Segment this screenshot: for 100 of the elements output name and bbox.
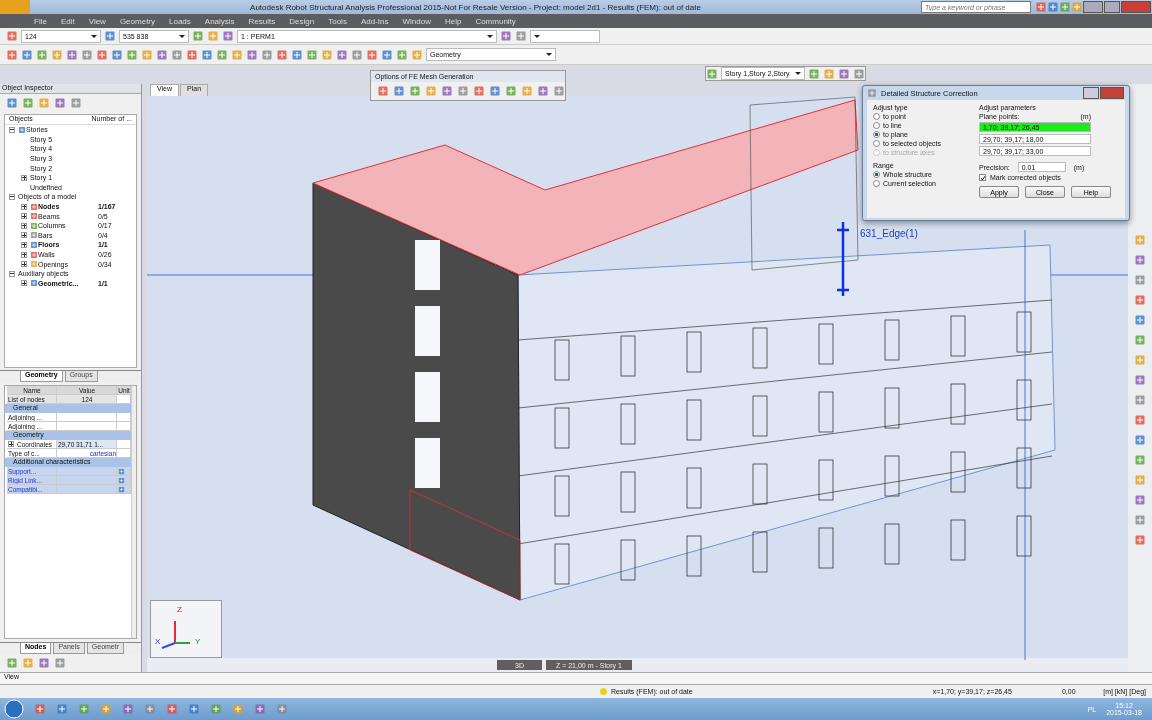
mesh-tool-icon[interactable]	[505, 85, 517, 97]
taskbar-app-icon[interactable]	[100, 703, 112, 715]
menu-item[interactable]: Window	[402, 16, 431, 26]
tree-toggle[interactable]	[9, 126, 15, 133]
mesh-tool-icon[interactable]	[441, 85, 453, 97]
row-toggle[interactable]	[8, 441, 14, 447]
panel-tool-icon[interactable]	[54, 657, 66, 669]
mesh-tool-icon[interactable]	[473, 85, 485, 97]
menu-item[interactable]: File	[34, 16, 47, 26]
panel-tool-icon[interactable]	[38, 657, 50, 669]
taskbar-app-icon[interactable]	[144, 703, 156, 715]
toolbar-icon[interactable]	[207, 30, 219, 42]
toolbar-icon[interactable]	[823, 67, 835, 80]
taskbar-app-icon[interactable]	[56, 703, 68, 715]
toolbar-icon[interactable]	[141, 48, 153, 61]
toolbar-icon[interactable]	[6, 30, 18, 42]
link-edit-icon[interactable]	[118, 467, 125, 475]
toolbar-icon[interactable]	[808, 67, 820, 80]
menu-item[interactable]: Results	[248, 16, 276, 26]
taskbar-app-icon[interactable]	[232, 703, 244, 715]
toolbar-icon[interactable]	[96, 48, 108, 61]
checkbox[interactable]	[979, 174, 986, 181]
tree-toggle[interactable]	[9, 270, 15, 277]
tree-toggle[interactable]	[21, 280, 27, 287]
minimize-button[interactable]	[1083, 1, 1103, 13]
mesh-tool-icon[interactable]	[489, 85, 501, 97]
toolbar-icon[interactable]	[500, 30, 512, 42]
inspector-tool-icon[interactable]	[22, 97, 34, 109]
side-toolbar-icon[interactable]	[1134, 294, 1146, 306]
toolbar-icon[interactable]	[104, 30, 116, 42]
scrollbar[interactable]	[131, 386, 136, 638]
taskbar-app-icon[interactable]	[166, 703, 178, 715]
side-toolbar-icon[interactable]	[1134, 494, 1146, 506]
mesh-tool-icon[interactable]	[537, 85, 549, 97]
toolbar-icon[interactable]	[231, 48, 243, 61]
taskbar-app-icon[interactable]	[78, 703, 90, 715]
toolbar-icon[interactable]	[192, 30, 204, 42]
toolbar-icon[interactable]	[222, 30, 234, 42]
link-edit-icon[interactable]	[118, 485, 125, 493]
tree-toggle[interactable]	[21, 203, 27, 210]
menu-item[interactable]: Analysis	[204, 16, 235, 26]
side-toolbar-icon[interactable]	[1134, 354, 1146, 366]
panel-tool-icon[interactable]	[22, 657, 34, 669]
help-toolbar-icon[interactable]	[1035, 1, 1047, 13]
toolbar-icon[interactable]	[201, 48, 213, 61]
side-toolbar-icon[interactable]	[1134, 314, 1146, 326]
start-button[interactable]	[4, 699, 24, 719]
toolbar-icon[interactable]	[246, 48, 258, 61]
tree-toggle[interactable]	[21, 222, 27, 229]
toolbar-icon[interactable]	[411, 48, 423, 61]
toolbar-icon[interactable]	[126, 48, 138, 61]
menu-item[interactable]: Loads	[169, 16, 191, 26]
minimize-button[interactable]	[1083, 87, 1099, 99]
menu-item[interactable]: Help	[444, 16, 462, 26]
side-toolbar-icon[interactable]	[1134, 534, 1146, 546]
tree-toggle[interactable]	[21, 232, 27, 239]
menu-item[interactable]: Add-Ins	[360, 16, 389, 26]
tree-toggle[interactable]	[21, 174, 27, 181]
toolbar-icon[interactable]	[261, 48, 273, 61]
toolbar-icon[interactable]	[51, 48, 63, 61]
tree-toggle[interactable]	[21, 213, 27, 220]
menu-item[interactable]: Tools	[328, 16, 347, 26]
toolbar-icon[interactable]	[838, 67, 850, 80]
menu-item[interactable]: Community	[475, 16, 516, 26]
side-toolbar-icon[interactable]	[1134, 414, 1146, 426]
toolbar-icon[interactable]	[111, 48, 123, 61]
help-toolbar-icon[interactable]	[1071, 1, 1083, 13]
side-toolbar-icon[interactable]	[1134, 454, 1146, 466]
toolbar-icon[interactable]	[515, 30, 527, 42]
mesh-tool-icon[interactable]	[377, 85, 389, 97]
side-toolbar-icon[interactable]	[1134, 234, 1146, 246]
toolbar-icon[interactable]	[216, 48, 228, 61]
menu-item[interactable]: View	[88, 16, 106, 26]
toolbar-icon[interactable]	[81, 48, 93, 61]
dialog-app-icon[interactable]	[867, 88, 877, 98]
menu-item[interactable]: Geometry	[119, 16, 155, 26]
menu-item[interactable]: Design	[289, 16, 315, 26]
panel-tool-icon[interactable]	[6, 657, 18, 669]
taskbar-app-icon[interactable]	[122, 703, 134, 715]
mesh-tool-icon[interactable]	[393, 85, 405, 97]
toolbar-icon[interactable]	[706, 67, 718, 80]
side-toolbar-icon[interactable]	[1134, 254, 1146, 266]
menu-item[interactable]: Edit	[60, 16, 75, 26]
help-toolbar-icon[interactable]	[1059, 1, 1071, 13]
taskbar-app-icon[interactable]	[276, 703, 288, 715]
toolbar-icon[interactable]	[336, 48, 348, 61]
toolbar-icon[interactable]	[156, 48, 168, 61]
mesh-tool-icon[interactable]	[409, 85, 421, 97]
help-toolbar-icon[interactable]	[1047, 1, 1059, 13]
toolbar-icon[interactable]	[321, 48, 333, 61]
mesh-tool-icon[interactable]	[425, 85, 437, 97]
taskbar-app-icon[interactable]	[188, 703, 200, 715]
side-toolbar-icon[interactable]	[1134, 374, 1146, 386]
close-button[interactable]	[1121, 1, 1151, 13]
toolbar-icon[interactable]	[171, 48, 183, 61]
toolbar-icon[interactable]	[351, 48, 363, 61]
inspector-tool-icon[interactable]	[70, 97, 82, 109]
side-toolbar-icon[interactable]	[1134, 474, 1146, 486]
toolbar-icon[interactable]	[276, 48, 288, 61]
taskbar-app-icon[interactable]	[210, 703, 222, 715]
